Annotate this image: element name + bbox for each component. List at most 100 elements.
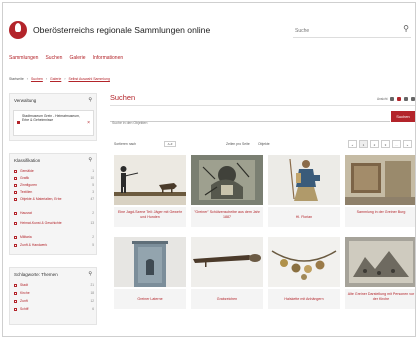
nav-item-informationen[interactable]: Informationen	[93, 55, 124, 61]
pagination-page[interactable]: 2	[370, 140, 379, 148]
checkbox[interactable]	[14, 170, 17, 173]
view-controls: Ansicht	[377, 97, 415, 101]
breadcrumb-gallery[interactable]: Galerie	[50, 77, 61, 81]
facet-item[interactable]: Heimat-Kunst & Geschichte 13	[14, 221, 94, 233]
facet-label: Zunft	[20, 299, 28, 303]
object-thumbnail[interactable]	[268, 237, 340, 287]
search-icon[interactable]: ⚲	[88, 97, 92, 103]
object-caption[interactable]: Hl. Florian	[268, 207, 340, 227]
pagination-next[interactable]: »	[403, 140, 412, 148]
classification-box: Klassifikation ⚲ Gemälde 1 Grafik 10 Zinnf…	[9, 153, 97, 255]
filter-marker-icon	[17, 121, 20, 124]
search-icon[interactable]: ⚲	[403, 24, 409, 33]
object-thumbnail[interactable]	[268, 155, 340, 205]
breadcrumb-search[interactable]: Suchen	[31, 77, 43, 81]
breadcrumb-home[interactable]: Startseite	[9, 77, 24, 81]
object-thumbnail[interactable]	[114, 237, 186, 287]
classification-title: Klassifikation	[14, 158, 41, 163]
object-caption[interactable]: Sammlung in der Greiner Burg	[345, 207, 415, 227]
object-caption[interactable]: Alte Greiner Darstellung mit Personen vo…	[345, 289, 415, 309]
list-view-icon[interactable]	[390, 97, 395, 101]
facet-item[interactable]: Kirche 18	[14, 291, 94, 298]
checkbox[interactable]	[14, 236, 17, 239]
facet-label: Hausrat	[20, 211, 32, 215]
facet-count: 5	[92, 183, 94, 187]
facet-item[interactable]: Objekte & Materialien, Erbe 47	[14, 197, 94, 209]
grid-view-icon[interactable]	[397, 97, 402, 101]
facet-item[interactable]: Stadt 21	[14, 283, 94, 290]
search-button[interactable]: Suchen	[391, 111, 415, 122]
facet-count: 47	[90, 197, 94, 201]
checkbox[interactable]	[14, 244, 17, 247]
facet-count: 13	[90, 221, 94, 225]
facet-label: Textilien	[20, 190, 33, 194]
divider	[110, 105, 415, 106]
per-page-label[interactable]: Zeilen pro Seite	[226, 142, 250, 146]
facet-count: 21	[90, 283, 94, 287]
search-icon[interactable]: ⚲	[88, 157, 92, 163]
themes-title: Schlagworte: Themen	[14, 272, 58, 277]
checkbox[interactable]	[14, 198, 17, 201]
object-thumbnail[interactable]	[114, 155, 186, 205]
checkbox[interactable]	[14, 284, 17, 287]
object-thumbnail[interactable]	[191, 155, 263, 205]
facet-item[interactable]: Zinnfiguren 5	[14, 183, 94, 190]
nav-item-suchen[interactable]: Suchen	[45, 55, 62, 61]
object-caption[interactable]: Eine Jagd-Szene Teil: Jäger mit Gewehr u…	[114, 207, 186, 227]
facet-item[interactable]: Gemälde 1	[14, 169, 94, 176]
nav-item-galerie[interactable]: Galerie	[69, 55, 85, 61]
pagination-prev[interactable]: «	[348, 140, 357, 148]
facet-count: 12	[90, 299, 94, 303]
checkbox[interactable]	[14, 184, 17, 187]
header-search-input[interactable]	[295, 24, 385, 37]
checkbox[interactable]	[14, 300, 17, 303]
object-caption[interactable]: "Greiner" Schützenscheibe aus dem Jahr 1…	[191, 207, 263, 227]
breadcrumb-separator: ›	[64, 77, 66, 81]
map-view-icon[interactable]	[411, 97, 415, 101]
checkbox[interactable]	[14, 177, 17, 180]
checkbox[interactable]	[14, 308, 17, 311]
facet-item[interactable]: Textilien 3	[14, 190, 94, 197]
object-thumbnail[interactable]	[345, 155, 415, 205]
ooe-logo[interactable]	[9, 21, 27, 39]
view-label: Ansicht	[377, 97, 388, 101]
facet-count: 2	[92, 211, 94, 215]
facet-label: Zinnfiguren	[20, 183, 37, 187]
main-nav: Sammlungen Suchen Galerie Informationen	[9, 55, 123, 61]
large-grid-view-icon[interactable]	[404, 97, 409, 101]
checkbox[interactable]	[14, 222, 17, 225]
themes-box: Schlagworte: Themen ⚲ Stadt 21 Kirche 18 Z…	[9, 267, 97, 325]
main-search-input[interactable]	[110, 118, 390, 128]
facet-item[interactable]: Hausrat 2	[14, 211, 94, 218]
selected-filter-tag[interactable]: Stadtmuseum Grein - Heimatmuseum, Erbe &…	[13, 110, 94, 136]
facet-item[interactable]: Militaria 2	[14, 235, 94, 242]
object-thumbnail[interactable]	[191, 237, 263, 287]
breadcrumb-separator: ›	[45, 77, 48, 81]
site-title[interactable]: Oberösterreichs regionale Sammlungen onl…	[33, 25, 210, 35]
nav-item-sammlungen[interactable]: Sammlungen	[9, 55, 38, 61]
facet-label: Stadt	[20, 283, 28, 287]
object-caption[interactable]: Halskette mit Anhängern	[268, 289, 340, 309]
facet-item[interactable]: Schiff 6	[14, 307, 94, 314]
checkbox[interactable]	[14, 191, 17, 194]
sort-select[interactable]: A-Z	[164, 141, 176, 147]
facet-label: Objekte & Materialien, Erbe	[20, 197, 62, 201]
breadcrumb-current[interactable]: Selbst Auswahl Sammlung	[68, 77, 109, 81]
pagination-page[interactable]: 3	[381, 140, 390, 148]
remove-filter-icon[interactable]: ×	[87, 120, 90, 126]
facet-count: 18	[90, 291, 94, 295]
object-caption[interactable]: Grabzeichen	[191, 289, 263, 309]
pagination-page[interactable]: 1	[359, 140, 368, 148]
checkbox[interactable]	[14, 292, 17, 295]
facet-item[interactable]: Zunft 12	[14, 299, 94, 306]
selected-filter-label: Stadtmuseum Grein - Heimatmuseum, Erbe &…	[22, 114, 80, 123]
results-toolbar: Sortieren nach A-Z Zeilen pro Seite Obje…	[110, 139, 415, 149]
object-thumbnail[interactable]	[345, 237, 415, 287]
facet-label: Schiff	[20, 307, 29, 311]
facet-label: Heimat-Kunst & Geschichte	[20, 221, 62, 225]
facet-item[interactable]: Grafik 10	[14, 176, 94, 183]
object-caption[interactable]: Greiner Laterne	[114, 289, 186, 309]
facet-item[interactable]: Zunft & Handwerk 5	[14, 243, 94, 250]
checkbox[interactable]	[14, 212, 17, 215]
search-icon[interactable]: ⚲	[88, 271, 92, 277]
